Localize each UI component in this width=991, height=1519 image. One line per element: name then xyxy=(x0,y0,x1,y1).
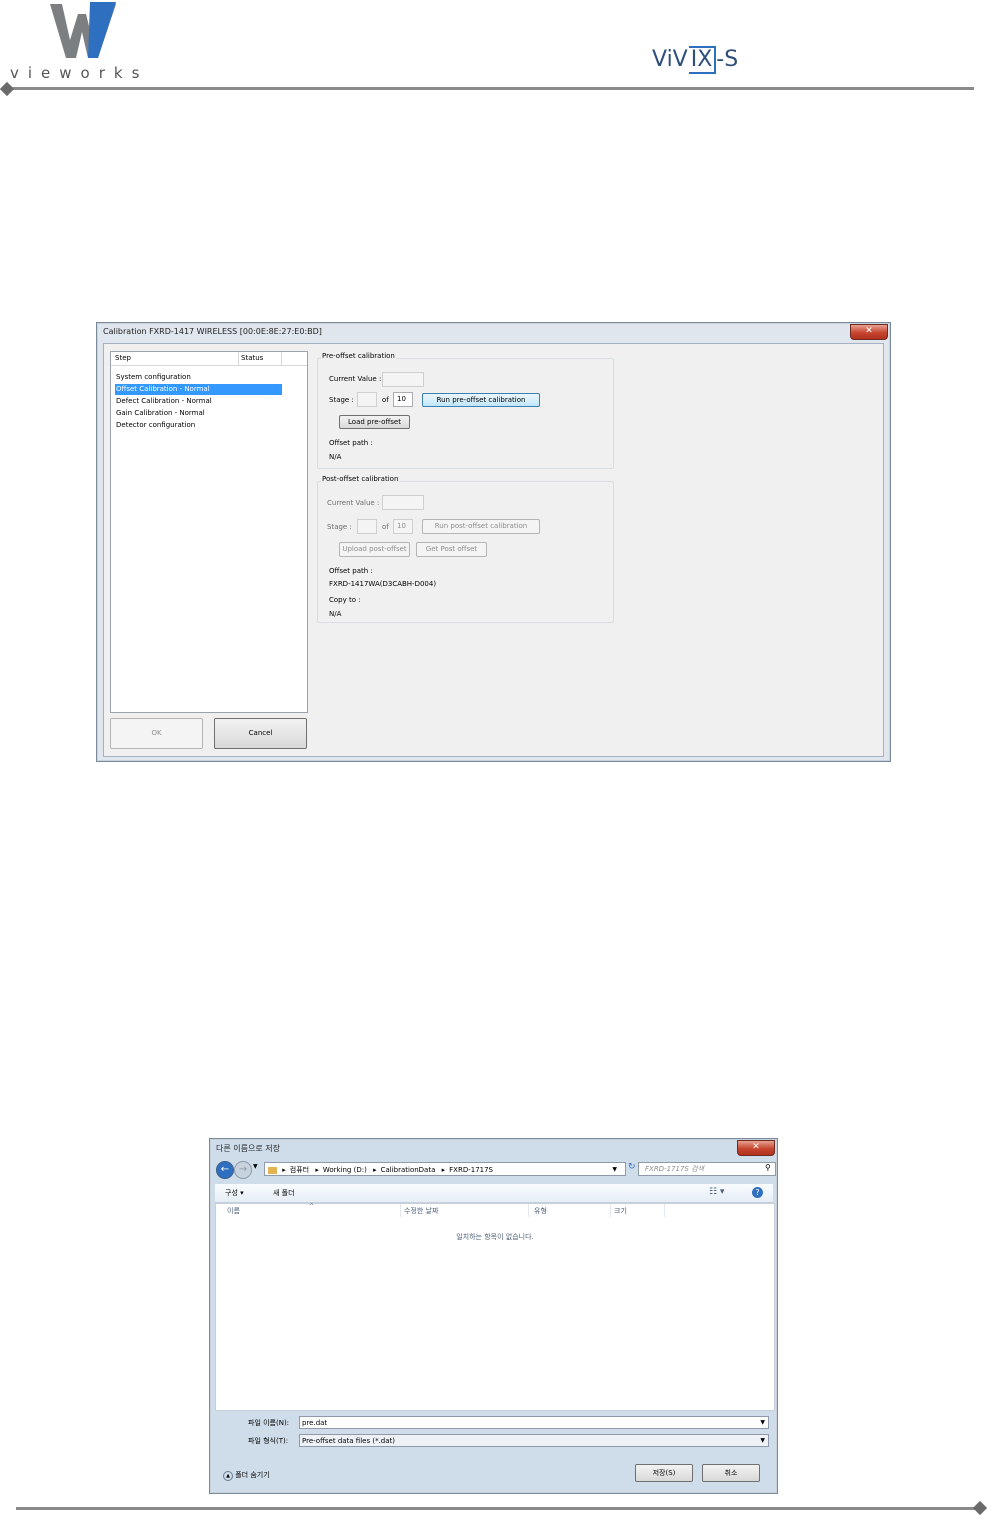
calibration-window-title: Calibration FXRD-1417 WIRELESS [00:0E:8E… xyxy=(103,327,322,336)
pre-offset-path-value: N/A xyxy=(329,453,342,461)
save-as-close-button[interactable]: ✕ xyxy=(737,1140,775,1156)
filetype-select[interactable]: Pre-offset data files (*.dat) ▼ xyxy=(299,1434,769,1447)
step-item-defect-calibration[interactable]: Defect Calibration - Normal xyxy=(115,396,282,407)
column-header-status[interactable]: Status xyxy=(241,354,263,362)
header-rule xyxy=(6,87,974,90)
copy-to-value: N/A xyxy=(329,610,342,618)
close-icon: ✕ xyxy=(752,1142,760,1152)
footer-rule-diamond xyxy=(972,1500,988,1516)
column-header-step[interactable]: Step xyxy=(115,354,131,362)
post-offset-group-title: Post-offset calibration xyxy=(321,475,400,483)
filename-label: 파일 이름(N): xyxy=(248,1419,290,1427)
recent-locations-dropdown[interactable]: ▼ xyxy=(253,1163,258,1170)
save-as-window: 다른 이름으로 저장 ✕ ← → ▼ ▸ 컴퓨터 ▸ Working (D:) ▸ C… xyxy=(209,1138,778,1494)
save-as-window-title: 다른 이름으로 저장 xyxy=(216,1144,280,1153)
folder-icon xyxy=(268,1166,277,1174)
step-item-system-configuration[interactable]: System configuration xyxy=(115,372,282,383)
post-current-value-field xyxy=(382,495,424,510)
step-item-offset-calibration[interactable]: Offset Calibration - Normal xyxy=(115,384,282,395)
filetype-label: 파일 형식(T): xyxy=(248,1437,289,1445)
breadcrumb-fxrd-1717s[interactable]: FXRD-1717S xyxy=(449,1166,493,1174)
pre-offset-path-label: Offset path : xyxy=(329,439,373,447)
new-folder-button[interactable]: 새 폴더 xyxy=(273,1188,295,1198)
pre-current-value-label: Current Value : xyxy=(329,375,382,383)
navigation-bar: ← → ▼ ▸ 컴퓨터 ▸ Working (D:) ▸ CalibrationDat… xyxy=(214,1159,776,1181)
refresh-icon[interactable]: ↻ xyxy=(628,1162,636,1172)
footer-rule xyxy=(16,1507,978,1510)
post-offset-path-label: Offset path : xyxy=(329,567,373,575)
forward-button[interactable]: → xyxy=(234,1161,252,1179)
toolbar: 구성 ▾ 새 폴더 ☷ ▾ ? xyxy=(215,1184,773,1203)
post-offset-path-value: FXRD-1417WA(D3CABH-D004) xyxy=(329,580,437,588)
search-input[interactable]: FXRD-1717S 검색 xyxy=(638,1162,776,1176)
product-logo-suffix: -S xyxy=(716,47,739,72)
breadcrumb-computer[interactable]: 컴퓨터 xyxy=(290,1166,309,1174)
column-header-size[interactable]: 크기 xyxy=(614,1206,627,1216)
arrow-left-icon: ← xyxy=(220,1164,230,1175)
pre-offset-group: Pre-offset calibration Current Value : S… xyxy=(317,352,614,469)
filename-input[interactable]: pre.dat ▼ xyxy=(299,1416,769,1429)
post-current-value-label: Current Value : xyxy=(327,499,380,507)
breadcrumb-calibration-data[interactable]: CalibrationData xyxy=(381,1166,436,1174)
pre-stage-label: Stage : xyxy=(329,396,354,404)
address-bar[interactable]: ▸ 컴퓨터 ▸ Working (D:) ▸ CalibrationData ▸ FXR… xyxy=(264,1162,626,1176)
pre-offset-group-title: Pre-offset calibration xyxy=(321,352,396,360)
post-stage-label: Stage : xyxy=(327,523,352,531)
pre-of-label: of xyxy=(382,396,389,404)
upload-post-offset-button[interactable]: Upload post-offset xyxy=(339,542,410,557)
column-header-date-modified[interactable]: 수정한 날짜 xyxy=(404,1206,438,1216)
brand-wordmark: vieworks xyxy=(10,64,149,82)
chevron-down-icon[interactable]: ▼ xyxy=(760,1417,765,1429)
back-button[interactable]: ← xyxy=(216,1161,234,1179)
sort-arrow-icon: ^ xyxy=(309,1203,315,1210)
close-icon: ✕ xyxy=(865,326,873,336)
cancel-button[interactable]: 취소 xyxy=(702,1464,760,1482)
step-item-detector-configuration[interactable]: Detector configuration xyxy=(115,420,282,431)
close-button[interactable]: ✕ xyxy=(850,324,888,340)
empty-list-message: 일치하는 항목이 없습니다. xyxy=(456,1233,534,1241)
chevron-up-icon: ▲ xyxy=(223,1471,233,1481)
chevron-down-icon[interactable]: ▼ xyxy=(760,1435,765,1447)
address-dropdown-icon[interactable]: ▼ xyxy=(612,1163,617,1177)
post-offset-group: Post-offset calibration Current Value : … xyxy=(317,475,614,623)
pre-current-value-field xyxy=(382,372,424,387)
product-logo: ViV IX -S xyxy=(652,46,738,76)
calibration-window: Calibration FXRD-1417 WIRELESS [00:0E:8E… xyxy=(96,322,891,762)
post-stage-field xyxy=(357,519,377,534)
step-item-gain-calibration[interactable]: Gain Calibration - Normal xyxy=(115,408,282,419)
post-of-label: of xyxy=(382,523,389,531)
product-logo-box: IX xyxy=(688,46,717,74)
vieworks-logo-mark xyxy=(50,2,116,58)
product-logo-main: ViV xyxy=(652,47,688,72)
file-list-pane[interactable]: 이름 ^ 수정한 날짜 유형 크기 일치하는 항목이 없습니다. xyxy=(215,1203,775,1411)
hide-folders-toggle[interactable]: ▲ 폴더 숨기기 xyxy=(223,1470,270,1481)
calibration-client-area: Step Status System configuration Offset … xyxy=(103,343,884,757)
run-pre-offset-button[interactable]: Run pre-offset calibration xyxy=(422,393,540,407)
breadcrumb-working-drive[interactable]: Working (D:) xyxy=(323,1166,367,1174)
column-header-type[interactable]: 유형 xyxy=(534,1206,547,1216)
organize-button[interactable]: 구성 ▾ xyxy=(225,1188,244,1198)
post-stage-total-field: 10 xyxy=(393,519,413,534)
load-pre-offset-button[interactable]: Load pre-offset xyxy=(339,415,410,429)
run-post-offset-button[interactable]: Run post-offset calibration xyxy=(422,519,540,534)
search-icon: ⚲ xyxy=(765,1163,771,1172)
save-button[interactable]: 저장(S) xyxy=(635,1464,693,1482)
header-rule-diamond xyxy=(0,81,15,97)
help-icon[interactable]: ? xyxy=(752,1187,763,1198)
column-header-name[interactable]: 이름 xyxy=(227,1206,240,1216)
step-list-header: Step Status xyxy=(111,352,307,366)
cancel-button[interactable]: Cancel xyxy=(214,718,307,749)
ok-button[interactable]: OK xyxy=(110,718,203,749)
pre-stage-field xyxy=(357,392,377,407)
pre-stage-total-field[interactable]: 10 xyxy=(393,392,413,407)
step-list[interactable]: Step Status System configuration Offset … xyxy=(110,351,308,713)
get-post-offset-button[interactable]: Get Post offset xyxy=(416,542,487,557)
view-options-icon[interactable]: ☷ ▾ xyxy=(709,1187,724,1197)
arrow-right-icon: → xyxy=(238,1164,248,1175)
copy-to-label: Copy to : xyxy=(329,596,361,604)
